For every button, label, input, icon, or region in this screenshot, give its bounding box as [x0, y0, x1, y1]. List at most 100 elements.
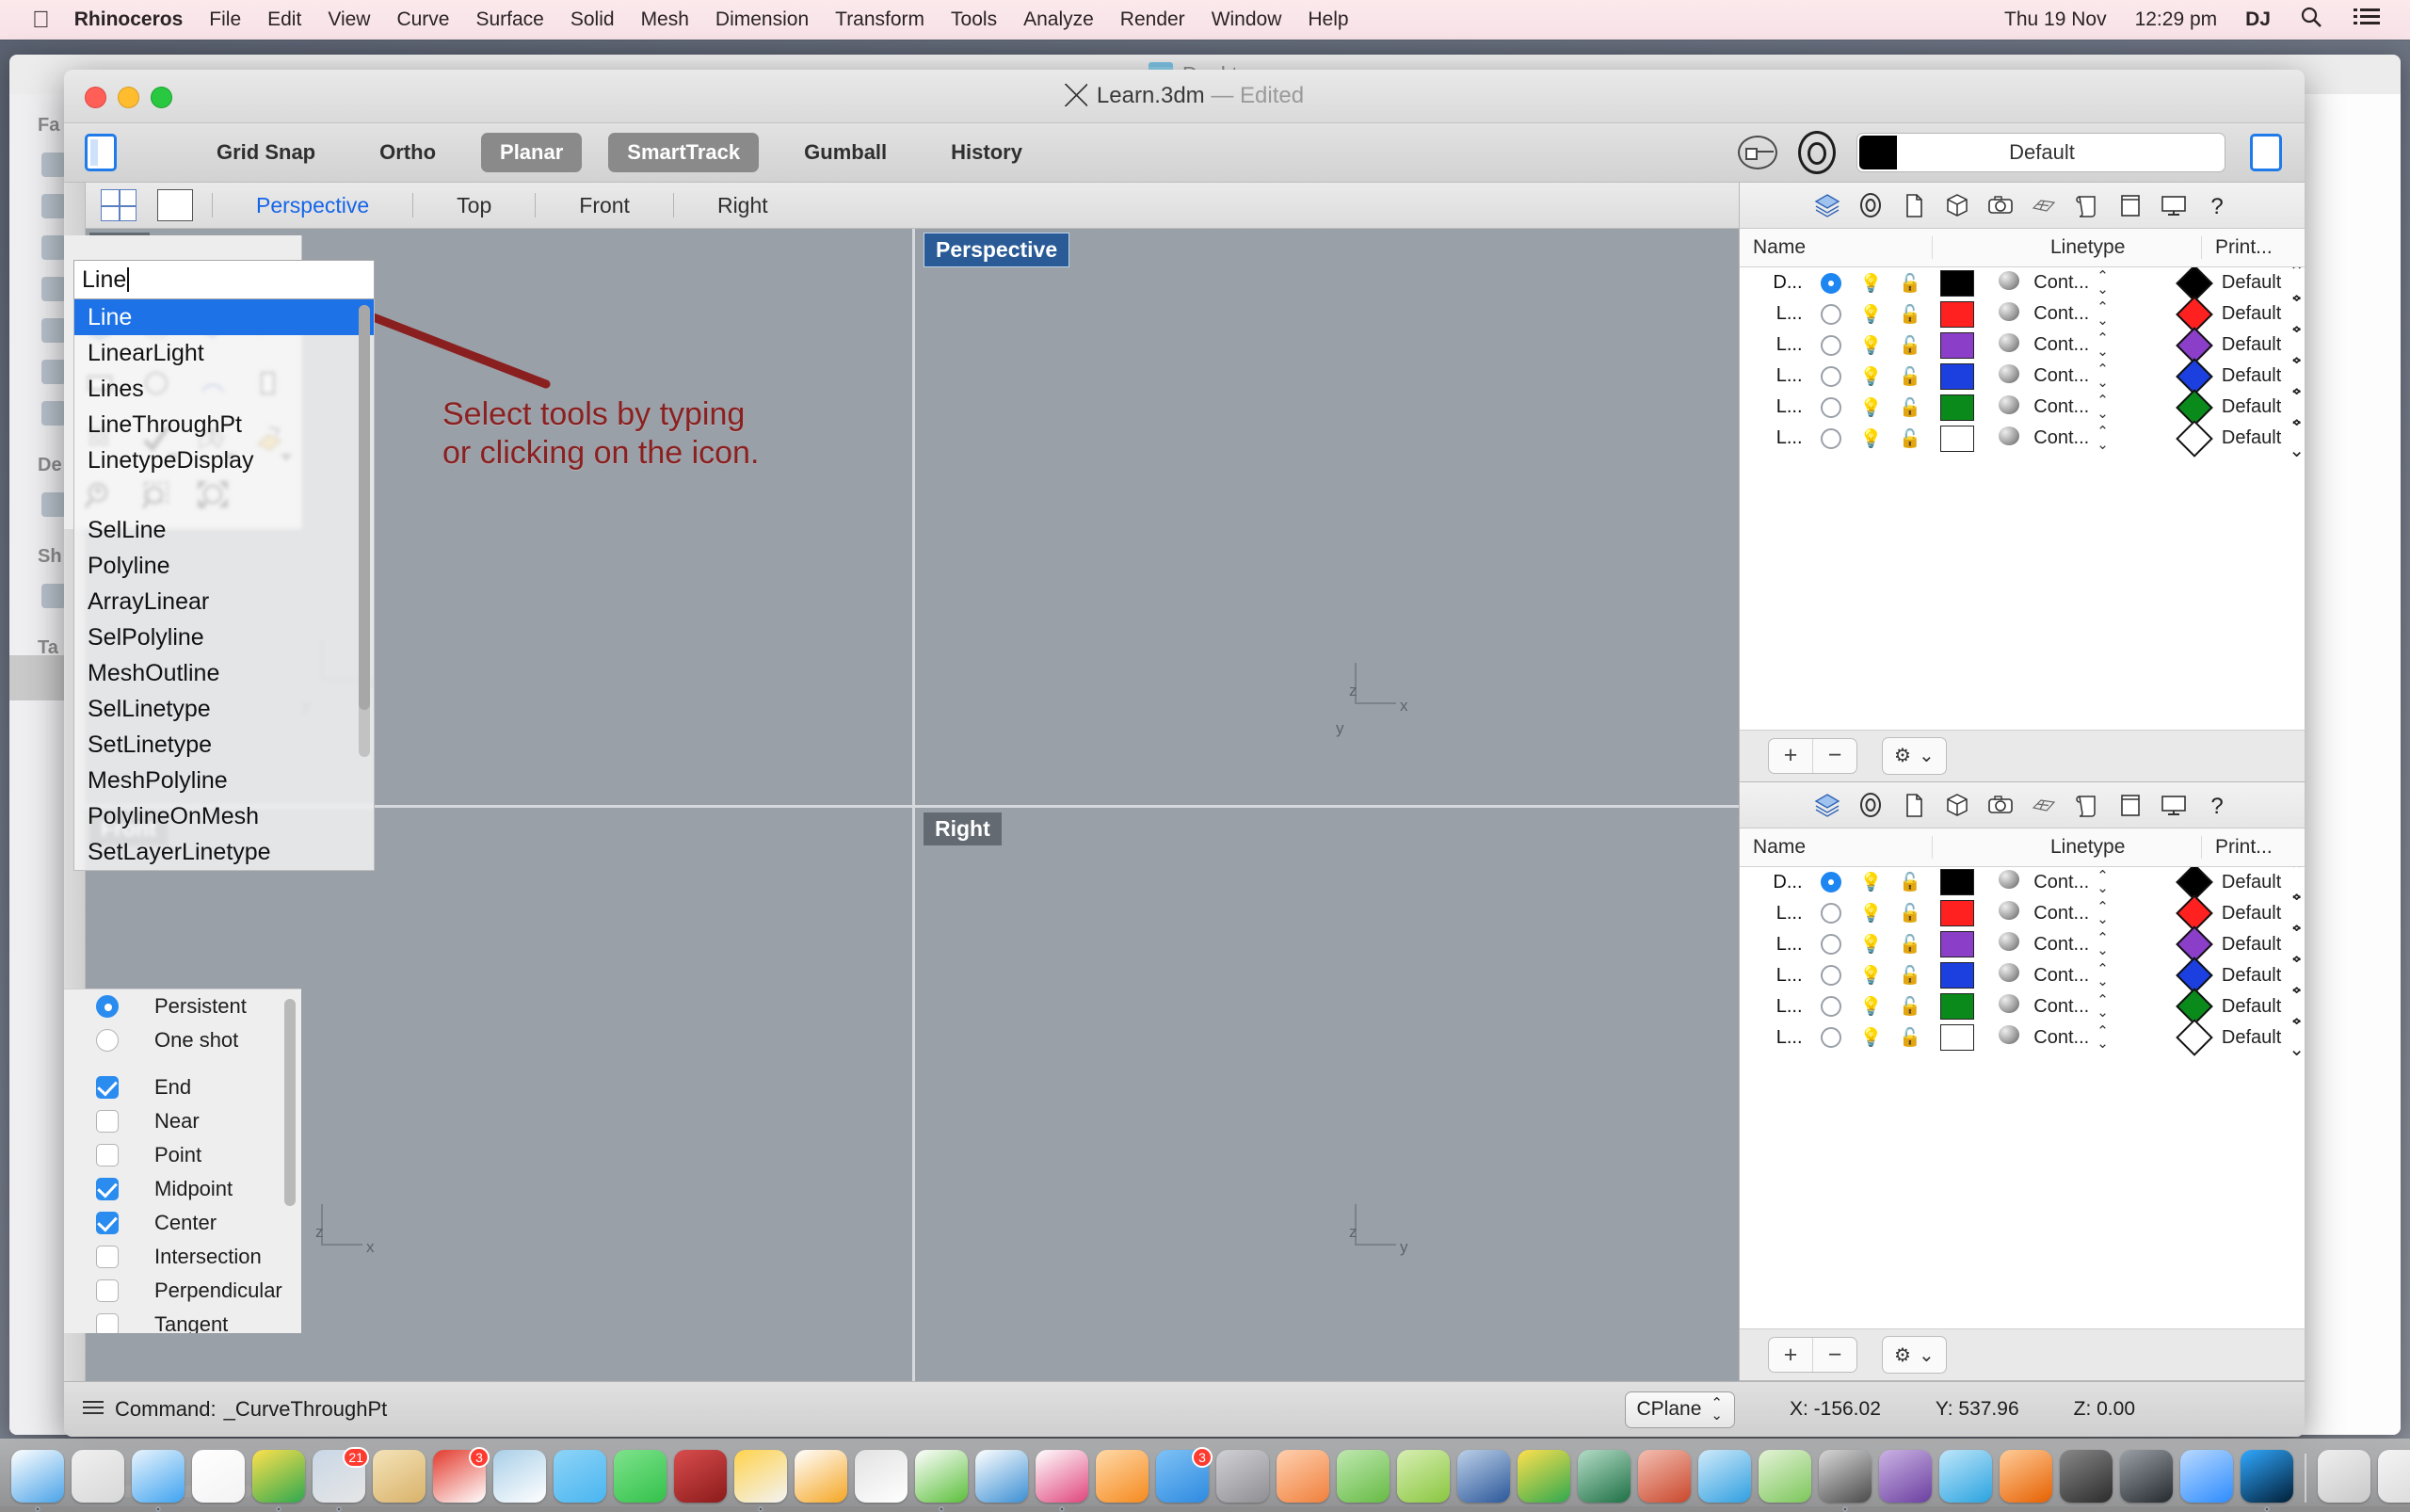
dock-item-photos-old[interactable]: 21 — [313, 1447, 369, 1512]
print-color-swatch[interactable] — [2168, 957, 2222, 994]
object-properties-icon[interactable] — [1798, 131, 1836, 174]
display-icon[interactable] — [2160, 791, 2188, 819]
add-layer-button[interactable]: + — [1769, 1338, 1812, 1372]
current-layer-radio[interactable] — [1812, 334, 1852, 356]
toolbar-toggle-group[interactable]: Grid Snap Ortho Planar SmartTrack Gumbal… — [198, 133, 1068, 172]
visibility-bulb-icon[interactable]: 💡 — [1851, 995, 1890, 1018]
dock-item-downloads[interactable] — [2318, 1450, 2370, 1503]
intersection-checkbox[interactable] — [96, 1246, 119, 1268]
dock-item-skype[interactable] — [1939, 1450, 1992, 1503]
table-row[interactable]: L... 💡 🔓 Cont... ⌃ ⌄ Default ⌃ ⌄ — [1740, 417, 2305, 461]
current-layer-radio[interactable] — [1812, 996, 1852, 1017]
page2-icon[interactable] — [2116, 191, 2145, 219]
layers-panel-footer-top[interactable]: + − ⚙ ⌄ — [1740, 729, 2305, 781]
dock-item-pages[interactable] — [795, 1450, 847, 1503]
print-color-swatch[interactable] — [2168, 925, 2222, 963]
tangent-checkbox[interactable] — [96, 1313, 119, 1333]
table-row[interactable]: L... 💡 🔓 Cont... ⌃ ⌄ Default ⌃ ⌄ — [1740, 324, 2305, 368]
dock-item-photoshop[interactable] — [2241, 1450, 2293, 1512]
add-layer-button[interactable]: + — [1769, 739, 1812, 773]
layer-options-button[interactable]: ⚙ ⌄ — [1882, 736, 1947, 775]
tab-perspective[interactable]: Perspective — [232, 193, 394, 218]
material-icon[interactable] — [1984, 426, 2033, 451]
camera-icon[interactable] — [1986, 791, 2015, 819]
remove-layer-button[interactable]: − — [1812, 738, 1856, 773]
current-layer-radio[interactable] — [1812, 872, 1852, 893]
menu-view[interactable]: View — [328, 8, 370, 31]
dock-item-powerpoint[interactable] — [1638, 1450, 1691, 1503]
material-icon[interactable] — [1984, 1025, 2033, 1050]
material-icon[interactable] — [1984, 963, 2033, 988]
material-icon[interactable] — [1984, 901, 2033, 925]
list-item[interactable]: Line — [74, 299, 374, 335]
toggle-smarttrack[interactable]: SmartTrack — [608, 133, 760, 172]
cube-icon[interactable] — [1943, 191, 1971, 219]
list-item[interactable]: SetLinetype — [74, 727, 374, 763]
visibility-bulb-icon[interactable]: 💡 — [1851, 1026, 1890, 1049]
lock-icon[interactable]: 🔓 — [1890, 995, 1930, 1018]
osnap-intersection-row[interactable]: Intersection — [64, 1240, 301, 1274]
list-item[interactable]: ArrayLinear — [74, 584, 374, 619]
menu-help[interactable]: Help — [1308, 8, 1348, 31]
materials-icon[interactable] — [2030, 791, 2058, 819]
lock-icon[interactable]: 🔓 — [1890, 964, 1930, 987]
toggle-gumball[interactable]: Gumball — [785, 133, 906, 172]
dock-item-app-green[interactable] — [1397, 1450, 1450, 1503]
lock-icon[interactable]: 🔓 — [1890, 902, 1930, 925]
midpoint-checkbox[interactable] — [96, 1178, 119, 1200]
osnap-tangent-row[interactable]: Tangent — [64, 1308, 301, 1333]
right-sidebar-toggle[interactable] — [2250, 134, 2282, 171]
dock-item-rhino-p[interactable] — [1277, 1450, 1329, 1503]
list-item[interactable]: MeshPolyline — [74, 763, 374, 798]
menu-tools[interactable]: Tools — [951, 8, 997, 31]
panel-icon-bar[interactable]: ? — [1740, 781, 2305, 828]
list-item[interactable]: SelLine — [74, 512, 374, 548]
list-item[interactable]: Lines — [74, 371, 374, 407]
cube-icon[interactable] — [1943, 791, 1971, 819]
left-sidebar-toggle[interactable] — [85, 134, 117, 171]
near-checkbox[interactable] — [96, 1110, 119, 1133]
current-layer-radio[interactable] — [1812, 903, 1852, 924]
lock-icon[interactable]: 🔓 — [1890, 1026, 1930, 1049]
current-layer-radio[interactable] — [1812, 427, 1852, 449]
lock-icon[interactable]: 🔓 — [1890, 334, 1930, 357]
center-checkbox[interactable] — [96, 1212, 119, 1234]
dock-item-numbers[interactable] — [915, 1450, 968, 1512]
material-icon[interactable] — [1984, 363, 2033, 389]
list-item[interactable]: LinetypeDisplay — [74, 442, 374, 478]
properties-icon[interactable] — [1856, 191, 1885, 219]
dock-item-photobooth[interactable] — [674, 1450, 727, 1503]
point-checkbox[interactable] — [96, 1144, 119, 1166]
perpendicular-checkbox[interactable] — [96, 1279, 119, 1302]
menu-dimension[interactable]: Dimension — [715, 8, 809, 31]
scroll-icon[interactable] — [2073, 191, 2101, 219]
one-shot-radio[interactable] — [96, 1029, 119, 1052]
menu-transform[interactable]: Transform — [835, 8, 924, 31]
list-item[interactable]: PolylineOnMesh — [74, 798, 374, 834]
visibility-bulb-icon[interactable]: 💡 — [1851, 365, 1890, 388]
list-item[interactable]: SelPolyline — [74, 619, 374, 655]
layers-panel-footer-bottom[interactable]: + − ⚙ ⌄ — [1740, 1328, 2305, 1380]
table-row[interactable]: L... 💡 🔓 Cont... ⌃ ⌄ Default ⌃ ⌄ — [1740, 923, 2305, 967]
visibility-bulb-icon[interactable]: 💡 — [1851, 396, 1890, 419]
osnap-panel[interactable]: Persistent One shot End Near Point Midpo… — [64, 989, 301, 1333]
linetype-cell[interactable]: Cont... ⌃ ⌄ — [2033, 931, 2168, 958]
add-remove-layer-buttons[interactable]: + − — [1768, 1337, 1857, 1373]
autocomplete-scrollbar[interactable] — [359, 305, 370, 757]
linetype-cell[interactable]: Cont... ⌃ ⌄ — [2033, 869, 2168, 896]
layer-color-swatch[interactable] — [1930, 425, 1984, 452]
osnap-scrollbar[interactable] — [284, 999, 296, 1206]
lock-icon[interactable]: 🔓 — [1890, 365, 1930, 388]
linetype-cell[interactable]: Cont... ⌃ ⌄ — [2033, 962, 2168, 989]
layer-list-bottom[interactable]: D... 💡 🔓 Cont...⌃⌄ Default⌃⌄ L... 💡 — [1740, 866, 2305, 1328]
material-icon[interactable] — [1984, 301, 2033, 327]
current-layer-radio[interactable] — [1812, 1027, 1852, 1048]
osnap-persistent-row[interactable]: Persistent — [64, 989, 301, 1023]
command-search-input[interactable]: Line — [73, 260, 375, 299]
dock-item-contacts[interactable] — [192, 1450, 245, 1503]
dock-item-textedit[interactable] — [855, 1450, 908, 1503]
print-color-swatch[interactable] — [2168, 357, 2222, 395]
layers-icon[interactable] — [1813, 791, 1841, 819]
layers-panel-top[interactable]: ? Name Linetype Print... D... 💡 🔓 Cont..… — [1740, 183, 2305, 782]
osnap-midpoint-row[interactable]: Midpoint — [64, 1172, 301, 1206]
